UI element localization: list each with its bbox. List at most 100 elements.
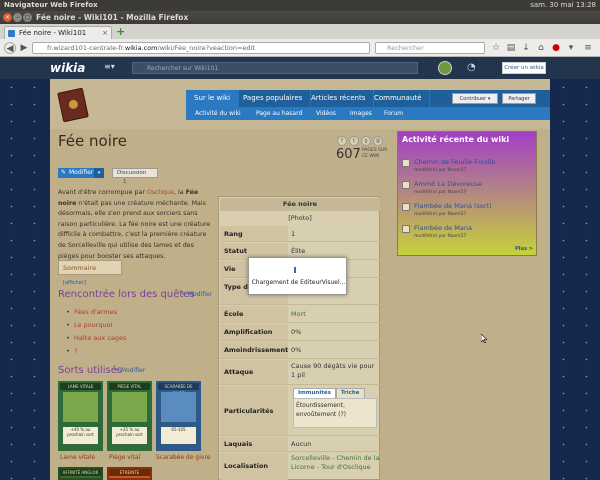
page-count: 607 <box>336 147 361 162</box>
tab-active[interactable]: Fée noire - Wiki101 × <box>4 26 112 39</box>
subnav-images[interactable]: Images <box>350 107 372 120</box>
wikia-logo[interactable]: wikia <box>50 61 85 75</box>
quest-item[interactable]: ? <box>66 345 126 358</box>
create-wikia-button[interactable]: Créer un wikia <box>502 62 546 74</box>
activity-item-title[interactable]: Chemin de Feuille-Fouille <box>414 158 495 166</box>
share-button[interactable]: Partager <box>502 93 536 104</box>
close-tab-icon[interactable]: × <box>102 27 108 39</box>
activity-more-link[interactable]: Plus > <box>515 246 533 252</box>
spell-card-art <box>63 392 98 422</box>
quests-edit-link[interactable]: ✎ Modifier <box>181 291 212 298</box>
minimize-window-button[interactable]: – <box>13 13 22 22</box>
infobox-value: 0% <box>291 346 302 354</box>
loading-dialog: Chargement de EditeurVisuel... <box>248 257 347 295</box>
download-icon[interactable]: ↓ <box>520 42 532 54</box>
quests-heading: Rencontrée lors des quêtes <box>58 289 195 300</box>
bookmark-star-icon[interactable]: ☆ <box>490 42 502 54</box>
maximize-window-button[interactable]: □ <box>23 13 32 22</box>
subnav-forum[interactable]: Forum <box>384 107 403 120</box>
wikia-menu-icon[interactable]: ≡▾ <box>104 62 115 71</box>
discussion-button[interactable]: Discussion 1 <box>112 168 158 185</box>
intro-link-osclique[interactable]: Osclique <box>147 189 174 196</box>
wikia-search-input[interactable]: Rechercher sur Wiki101 <box>132 62 418 74</box>
email-share-icon[interactable]: @ <box>373 136 383 146</box>
spell-label[interactable]: Scarabée de givre <box>156 454 211 461</box>
infobox-key: Rang <box>220 226 288 241</box>
edit-dropdown-icon[interactable]: ▾ <box>94 168 104 178</box>
spell-label[interactable]: Lame vitale <box>60 454 95 461</box>
infobox-key: Localisation <box>220 453 288 480</box>
activity-item-title[interactable]: Ammit La Dévoreuse <box>414 180 482 188</box>
spell-card[interactable]: LAME VITALE +40 % au prochain sort <box>58 381 103 451</box>
activity-item-title[interactable]: Flambée de Mana <box>414 224 472 232</box>
tab-articles-recents[interactable]: Articles récents <box>303 90 375 107</box>
new-tab-button[interactable]: + <box>116 26 126 37</box>
mouse-cursor-icon <box>481 334 487 343</box>
google-plus-icon[interactable]: g <box>361 136 371 146</box>
wiki-nav-tabs: Sur le wiki Pages populaires Articles ré… <box>186 90 550 107</box>
twitter-icon[interactable]: t <box>349 136 359 146</box>
user-avatar[interactable] <box>438 61 452 75</box>
activity-item-sub: modifié(e) par Naxm57 <box>414 190 467 195</box>
spell-card-text: 65-105 <box>161 427 196 444</box>
infobox-value-location[interactable]: Sorcelleville - Chemin de la Licorne - T… <box>291 453 380 472</box>
spell-card-art <box>161 392 196 422</box>
tab-sur-le-wiki[interactable]: Sur le wiki <box>186 90 240 107</box>
infobox-key: Amplification <box>220 324 288 340</box>
infobox-photo: [Photo] <box>288 214 312 222</box>
quest-item[interactable]: Le pourquoi <box>66 319 126 332</box>
loading-spinner-icon <box>294 267 296 273</box>
subnav-videos[interactable]: Vidéos <box>316 107 336 120</box>
wiki-book-logo[interactable] <box>57 87 89 123</box>
url-bar[interactable]: fr.wizard101-centrale-fr.wikia.com/wiki/… <box>32 42 370 54</box>
tab-bar: Fée noire - Wiki101 × + <box>0 24 600 39</box>
home-icon[interactable]: ⌂ <box>535 42 547 54</box>
toc-toggle[interactable]: [afficher] <box>63 280 86 286</box>
intro-text-2: , la <box>173 189 186 196</box>
window-titlebar: × – □ Fée noire - Wiki101 - Mozilla Fire… <box>0 11 600 24</box>
window-title: Fée noire - Wiki101 - Mozilla Firefox <box>36 13 189 22</box>
spells-edit-label: Modifier <box>120 367 146 374</box>
reading-list-icon[interactable]: ▤ <box>505 42 517 54</box>
edit-page-icon <box>402 203 410 211</box>
spell-card-title: AFFINITÉ ANGLOR <box>60 469 101 476</box>
close-window-button[interactable]: × <box>3 13 12 22</box>
tab-pages-populaires[interactable]: Pages populaires <box>235 90 312 107</box>
notifications-icon[interactable]: ◔ <box>467 61 481 75</box>
menu-icon[interactable]: ≡ <box>582 42 594 54</box>
activity-heading: Activité récente du wiki <box>402 135 510 144</box>
quest-item[interactable]: Fées d'armes <box>66 306 126 319</box>
tab-communaute[interactable]: Communauté <box>366 90 431 107</box>
os-app-name: Navigateur Web Firefox <box>4 1 98 9</box>
infobox-row: Rang 1 <box>220 226 380 242</box>
recent-activity-panel: Activité récente du wiki Chemin de Feuil… <box>397 131 537 256</box>
back-button[interactable]: ◀ <box>4 42 16 54</box>
activity-item-title[interactable]: Flambée de Mana (sort) <box>414 202 492 210</box>
quest-item[interactable]: Halte aux cages <box>66 332 126 345</box>
spell-card-text: +40 % au prochain sort <box>63 427 98 444</box>
spell-label[interactable]: Piège vital <box>109 454 140 461</box>
spells-edit-link[interactable]: ✎ Modifier <box>114 367 145 374</box>
wikia-search-placeholder: Rechercher sur Wiki101 <box>147 65 219 72</box>
spell-card[interactable]: SCARABÉE DE GIVRE 65-105 <box>156 381 201 451</box>
spells-heading: Sorts utilisés <box>58 365 123 376</box>
subnav-wiki-activity[interactable]: Activité du wiki <box>195 107 241 120</box>
tab-label: Fée noire - Wiki101 <box>19 29 87 37</box>
pocket-icon[interactable]: ▾ <box>565 42 577 54</box>
infobox-value-school[interactable]: Mort <box>291 306 380 323</box>
facebook-icon[interactable]: f <box>337 136 347 146</box>
infobox-key: Attaque naturelle <box>220 360 288 401</box>
os-clock[interactable]: sam. 30 mai 13:28 <box>530 0 596 11</box>
url-path: /wiki/Fée_noire?veaction=edit <box>157 44 255 52</box>
edit-page-icon <box>402 159 410 167</box>
edit-button[interactable]: ✎ Modifier ▾ <box>58 168 104 178</box>
contribute-button[interactable]: Contribuer ▾ <box>452 93 498 104</box>
browser-search-input[interactable]: Rechercher <box>375 42 485 54</box>
spell-card[interactable]: AFFINITÉ ANGLOR <box>58 467 103 480</box>
spell-card[interactable]: PIÈGE VITAL +25 % au prochain sort <box>107 381 152 451</box>
subnav-random-page[interactable]: Page au hasard <box>256 107 302 120</box>
adblock-icon[interactable]: ● <box>550 42 562 54</box>
browser-search-placeholder: Rechercher <box>387 44 424 52</box>
spell-card[interactable]: ÉTREINTE <box>107 467 152 480</box>
forward-button[interactable]: ▶ <box>18 42 30 54</box>
